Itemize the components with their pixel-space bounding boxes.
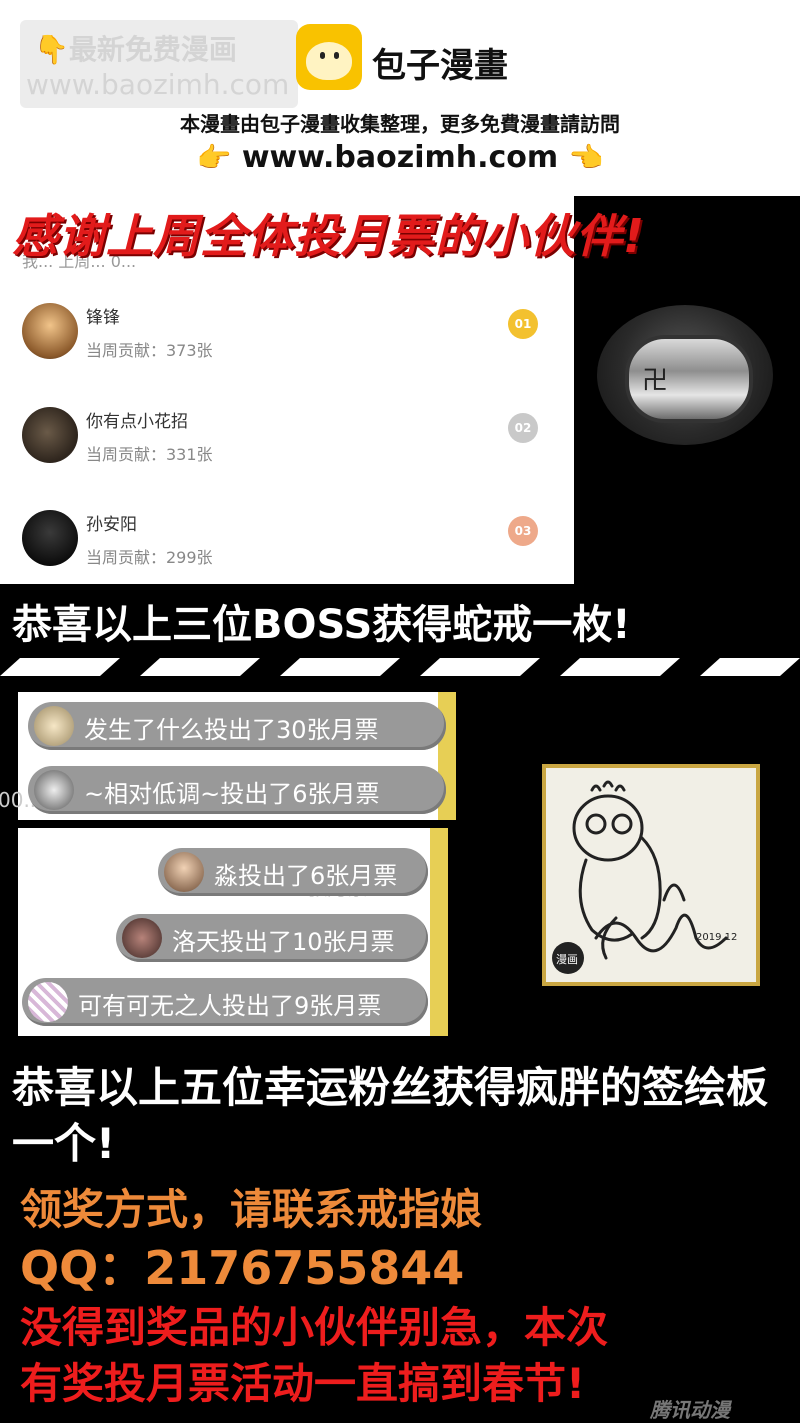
watermark-line2: www.baozimh.com [26, 68, 290, 101]
vote-message: 淼投出了6张月票 [158, 848, 428, 896]
sketch-drawing: 漫画 2019.12 [552, 780, 737, 974]
source-header: 👇最新免费漫画 www.baozimh.com 包子漫畫 本漫畫由包子漫畫收集整… [0, 0, 800, 196]
bronze-medal-icon: 03 [508, 516, 538, 546]
avatar [28, 982, 68, 1022]
apology-line1: 没得到奖品的小伙伴别急，本次 [20, 1303, 609, 1352]
vote-message: 发生了什么投出了30张月票 [28, 702, 446, 750]
board-stamp-text: 漫画 [556, 952, 578, 966]
silver-medal-icon: 02 [508, 413, 538, 443]
tencent-comics-logo: 腾讯动漫 [650, 1398, 730, 1422]
avatar [34, 706, 74, 746]
congrats-fans-text: 恭喜以上五位幸运粉丝获得疯胖的签绘板一个! [12, 1063, 769, 1168]
divider-stripes [0, 654, 800, 680]
point-right-icon: 👉 [196, 141, 232, 174]
rank-name: 孙安阳 [86, 515, 137, 535]
avatar [122, 918, 162, 958]
site-url-link[interactable]: 👉 www.baozimh.com 👈 [0, 140, 800, 175]
avatar [164, 852, 204, 892]
avatar [22, 510, 78, 566]
board-date: 2019.12 [696, 932, 737, 943]
vote-message: 洛天投出了10张月票 [116, 914, 428, 962]
site-url[interactable]: www.baozimh.com [242, 140, 558, 175]
rank-name: 你有点小花招 [86, 412, 188, 432]
vote-card-b: 33张月票 淼投出了6张月票 洛天投出了10张月票 可有可无之人投出了9张月票 [18, 828, 448, 1036]
gold-medal-icon: 01 [508, 309, 538, 339]
avatar [34, 770, 74, 810]
congrats-boss-text: 恭喜以上三位BOSS获得蛇戒一枚! [12, 602, 631, 648]
rank-contribution: 当周贡献：299张 [86, 548, 213, 567]
claim-method-text: 领奖方式，请联系戒指娘 [20, 1185, 483, 1234]
thanks-banner: 感谢上周全体投月票的小伙伴! [12, 209, 645, 263]
signed-board-image: 漫画 2019.12 [542, 764, 760, 986]
avatar [22, 407, 78, 463]
point-left-icon: 👈 [568, 141, 604, 174]
rank-contribution: 当周贡献：373张 [86, 341, 213, 360]
qq-contact[interactable]: QQ：2176755844 [20, 1232, 464, 1298]
avatar [22, 303, 78, 359]
snake-ring-image: 卍 [597, 305, 773, 445]
notice-text: 本漫畫由包子漫畫收集整理，更多免費漫畫請訪問 [180, 112, 620, 136]
rank-contribution: 当周贡献：331张 [86, 445, 213, 464]
point-down-icon: 👇 [34, 33, 69, 66]
vote-message: ~相对低调~投出了6张月票 [28, 766, 446, 814]
rank-row: 锋锋 当周贡献：373张 01 [0, 303, 574, 403]
vote-card-a: 00... 发生了什么投出了30张月票 ~相对低调~投出了6张月票 [0, 692, 456, 820]
watermark-line1: 👇最新免费漫画 [34, 33, 237, 66]
apology-line2: 有奖投月票活动一直搞到春节! [20, 1359, 586, 1408]
brand-name[interactable]: 包子漫畫 [372, 38, 508, 87]
rank-name: 锋锋 [86, 308, 120, 328]
baozi-logo-icon[interactable] [296, 24, 362, 90]
rank-row: 你有点小花招 当周贡献：331张 02 [0, 407, 574, 507]
vote-message: 可有可无之人投出了9张月票 [22, 978, 428, 1026]
